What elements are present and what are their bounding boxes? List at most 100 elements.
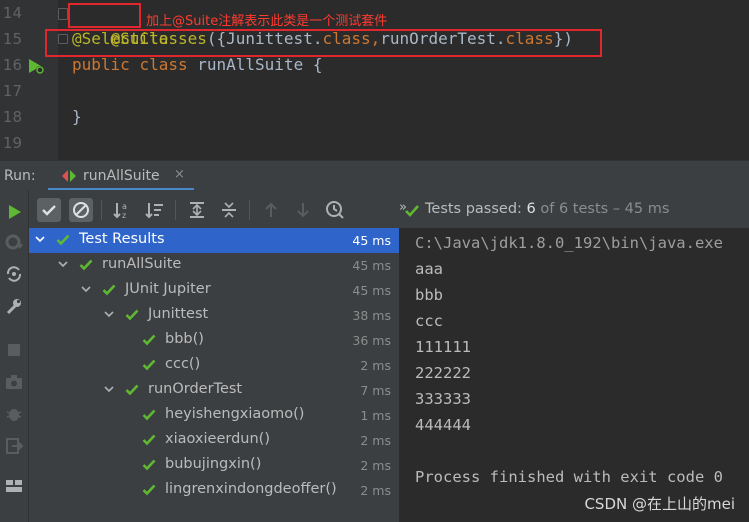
tree-row-label: Junittest <box>148 306 209 322</box>
tree-row[interactable]: bubujingxin() 2 ms <box>29 453 399 478</box>
close-icon[interactable]: × <box>174 167 185 182</box>
camera-icon[interactable] <box>4 372 24 392</box>
total-summary: of 6 tests – 45 ms <box>535 201 670 217</box>
tree-row[interactable]: lingrenxindongdeoffer() 2 ms <box>29 478 399 503</box>
collapse-all-icon[interactable] <box>217 198 241 222</box>
check-icon <box>125 309 139 321</box>
check-icon <box>102 284 116 296</box>
console-line: aaa <box>415 260 443 278</box>
code-editor[interactable]: 14 15 16 17 18 19 @Suite @SelectClasses(… <box>0 0 749 160</box>
tree-row[interactable]: Test Results 45 ms <box>29 228 399 253</box>
toggle-auto-test-icon[interactable] <box>4 264 24 284</box>
rerun-failed-icon[interactable] <box>4 232 24 252</box>
check-icon <box>125 384 139 396</box>
console-line: 333333 <box>415 390 471 408</box>
line-number: 19 <box>2 134 22 152</box>
suite-highlight-box <box>68 3 141 28</box>
tree-row-duration: 2 ms <box>360 458 391 473</box>
console-line: 222222 <box>415 364 471 382</box>
tree-row-duration: 36 ms <box>352 333 391 348</box>
toolbar-separator <box>175 200 176 220</box>
code-token: runAllSuite { <box>187 55 323 74</box>
tests-passed-status: Tests passed: 6 of 6 tests – 45 ms <box>425 201 669 217</box>
prev-failed-arrow-icon[interactable] <box>259 198 283 222</box>
passed-count: 6 <box>526 201 536 217</box>
sort-duration-icon[interactable] <box>143 198 167 222</box>
console-line: Process finished with exit code 0 <box>415 468 723 486</box>
toolbar-separator <box>249 200 250 220</box>
console-line: 111111 <box>415 338 471 356</box>
tree-row[interactable]: Junittest 38 ms <box>29 303 399 328</box>
exit-icon[interactable] <box>4 436 24 456</box>
svg-text:a: a <box>122 202 127 211</box>
console-status-bar: » Tests passed: 6 of 6 tests – 45 ms <box>399 190 749 228</box>
chevron-down-icon[interactable] <box>81 284 91 294</box>
check-icon <box>142 434 156 446</box>
tree-row[interactable]: runOrderTest 7 ms <box>29 378 399 403</box>
show-ignored-toggle[interactable] <box>69 198 93 222</box>
test-tree-toolbar: az <box>29 190 399 228</box>
tree-row[interactable]: runAllSuite 45 ms <box>29 253 399 278</box>
sort-alpha-icon[interactable]: az <box>111 198 135 222</box>
annotation-note: 加上@Suite注解表示此类是一个测试套件 <box>146 14 388 29</box>
tree-row-duration: 1 ms <box>360 408 391 423</box>
svg-text:z: z <box>122 211 126 220</box>
debug-bug-icon[interactable] <box>4 404 24 424</box>
tree-row-duration: 45 ms <box>352 283 391 298</box>
tree-row[interactable]: bbb() 36 ms <box>29 328 399 353</box>
fold-marker-icon[interactable] <box>58 8 68 20</box>
tree-row-label: heyishengxiaomo() <box>165 406 305 422</box>
toolbar-separator <box>101 200 102 220</box>
code-token: public <box>72 55 130 74</box>
show-passed-toggle[interactable] <box>37 198 61 222</box>
check-icon <box>405 205 419 217</box>
run-label: Run: <box>4 168 36 184</box>
console-line: ccc <box>415 312 443 330</box>
tree-row-duration: 7 ms <box>360 383 391 398</box>
line-number: 16 <box>2 56 22 74</box>
run-icon[interactable] <box>4 202 24 222</box>
stop-icon[interactable] <box>4 340 24 360</box>
tree-row-label: JUnit Jupiter <box>125 281 211 297</box>
console-line: 444444 <box>415 416 471 434</box>
tree-row-duration: 45 ms <box>352 233 391 248</box>
settings-wrench-icon[interactable] <box>4 296 24 316</box>
tree-row-label: bubujingxin() <box>165 456 262 472</box>
line-number: 15 <box>2 30 22 48</box>
tree-row[interactable]: JUnit Jupiter 45 ms <box>29 278 399 303</box>
tree-row-label: ccc() <box>165 356 201 372</box>
layout-icon[interactable] <box>4 476 24 496</box>
code-token: } <box>72 107 82 126</box>
console-line: bbb <box>415 286 443 304</box>
run-gutter-icon[interactable] <box>27 57 45 75</box>
code-line-18: } <box>72 104 82 130</box>
tree-row-label: Test Results <box>79 231 165 247</box>
editor-gutter: 14 15 16 17 18 19 <box>0 0 58 160</box>
console-output[interactable]: C:\Java\jdk1.8.0_192\bin\java.exe aaa bb… <box>399 228 749 522</box>
line-number: 14 <box>2 4 22 22</box>
check-icon <box>142 359 156 371</box>
chevron-down-icon[interactable] <box>58 259 68 269</box>
tab-runallsuite[interactable]: runAllSuite × <box>48 161 194 191</box>
expand-all-icon[interactable] <box>185 198 209 222</box>
tree-row-duration: 2 ms <box>360 483 391 498</box>
chevron-down-icon[interactable] <box>35 234 45 244</box>
check-icon <box>142 459 156 471</box>
history-clock-icon[interactable] <box>323 198 347 222</box>
tree-row[interactable]: xiaoxieerdun() 2 ms <box>29 428 399 453</box>
line-number: 17 <box>2 82 22 100</box>
tree-row[interactable]: heyishengxiaomo() 1 ms <box>29 403 399 428</box>
chevron-down-icon[interactable] <box>104 309 114 319</box>
tree-row-label: lingrenxindongdeoffer() <box>165 481 337 497</box>
tree-row-duration: 2 ms <box>360 358 391 373</box>
tree-row-label: runOrderTest <box>148 381 243 397</box>
tree-row[interactable]: ccc() 2 ms <box>29 353 399 378</box>
next-failed-arrow-icon[interactable] <box>291 198 315 222</box>
check-icon <box>142 334 156 346</box>
run-config-icon <box>62 170 76 182</box>
tree-row-label: bbb() <box>165 331 204 347</box>
chevron-down-icon[interactable] <box>104 384 114 394</box>
selectclasses-highlight-box <box>45 29 602 57</box>
run-tool-window-header: Run: runAllSuite × <box>0 160 749 191</box>
tree-row-duration: 45 ms <box>352 258 391 273</box>
